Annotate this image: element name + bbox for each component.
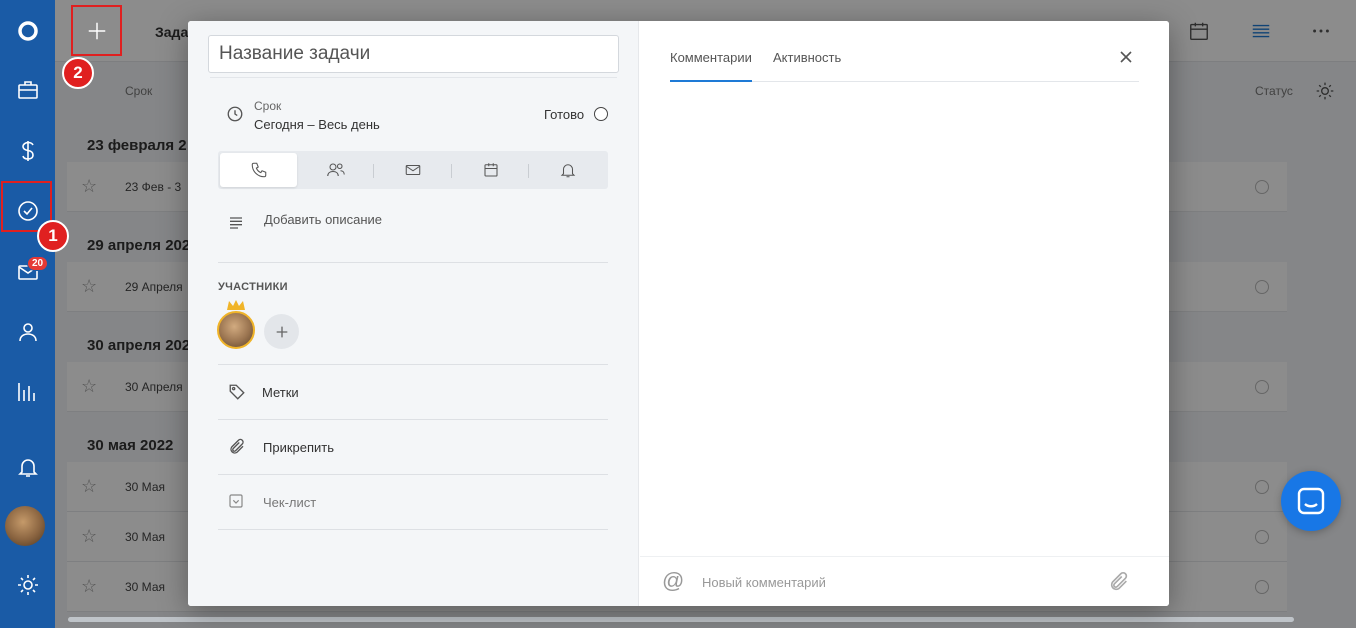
settings-nav-icon[interactable]	[0, 565, 55, 605]
due-label: Срок	[254, 99, 282, 113]
users-icon	[326, 163, 345, 177]
close-icon	[1120, 51, 1132, 63]
checklist-label: Чек-лист	[263, 495, 317, 510]
type-email-button[interactable]	[374, 153, 451, 187]
chat-widget-button[interactable]	[1281, 471, 1341, 531]
participant-avatar[interactable]	[217, 311, 255, 349]
divider	[218, 262, 608, 263]
user-avatar[interactable]	[5, 506, 45, 546]
description-icon	[230, 217, 242, 229]
attach-label: Прикрепить	[263, 440, 335, 455]
task-form: Срок Сегодня – Весь день Готово	[188, 21, 639, 606]
mail-badge: 20	[27, 256, 49, 271]
paperclip-icon	[230, 438, 244, 454]
tags-row[interactable]: Метки	[218, 365, 608, 419]
task-type-selector	[218, 151, 608, 189]
comment-input[interactable]	[702, 571, 1092, 593]
clock-icon	[227, 106, 243, 122]
divider	[210, 77, 617, 78]
analytics-nav-icon[interactable]	[0, 372, 55, 412]
done-label: Готово	[544, 107, 585, 122]
attach-comment-icon[interactable]	[1108, 571, 1130, 593]
checklist-icon	[229, 494, 243, 508]
tag-icon	[229, 384, 245, 400]
type-event-button[interactable]	[452, 153, 529, 187]
type-meeting-button[interactable]	[297, 153, 374, 187]
task-modal: Срок Сегодня – Весь день Готово	[188, 21, 1169, 606]
phone-icon	[251, 162, 266, 178]
envelope-icon	[405, 164, 420, 176]
bell-icon	[560, 164, 575, 178]
checklist-row[interactable]: Чек-лист	[218, 475, 608, 529]
callout-number-2: 2	[62, 57, 94, 89]
comment-composer: @	[640, 556, 1169, 606]
done-radio[interactable]	[594, 107, 608, 121]
close-modal-button[interactable]	[1116, 47, 1136, 67]
type-call-button[interactable]	[220, 153, 297, 187]
logo-icon[interactable]	[0, 11, 55, 51]
add-participant-button[interactable]	[264, 314, 299, 349]
plus-icon	[276, 326, 287, 337]
activity-panel: Комментарии Активность @	[640, 21, 1169, 606]
bell-nav-icon[interactable]	[0, 447, 55, 487]
add-description-link[interactable]: Добавить описание	[264, 212, 382, 227]
contacts-nav-icon[interactable]	[0, 312, 55, 352]
task-title-input[interactable]	[208, 35, 619, 73]
callout-highlight-add	[71, 5, 122, 56]
panel-tabs: Комментарии Активность	[670, 50, 1139, 82]
callout-number-1: 1	[37, 220, 69, 252]
deals-nav-icon[interactable]	[0, 70, 55, 110]
mention-icon[interactable]: @	[662, 568, 684, 594]
type-reminder-button[interactable]	[529, 153, 606, 187]
chat-icon	[1297, 487, 1325, 515]
tab-comments[interactable]: Комментарии	[670, 50, 752, 82]
left-nav: 20	[0, 0, 55, 628]
due-value[interactable]: Сегодня – Весь день	[254, 117, 380, 132]
attach-row[interactable]: Прикрепить	[218, 420, 608, 474]
horizontal-scrollbar[interactable]	[68, 617, 1294, 622]
crown-icon	[227, 300, 245, 310]
tags-label: Метки	[262, 385, 299, 400]
divider	[218, 529, 608, 530]
calendar-icon	[483, 163, 498, 177]
tab-activity[interactable]: Активность	[773, 50, 841, 82]
participants-title: УЧАСТНИКИ	[218, 281, 288, 293]
dollar-nav-icon[interactable]	[0, 131, 55, 171]
